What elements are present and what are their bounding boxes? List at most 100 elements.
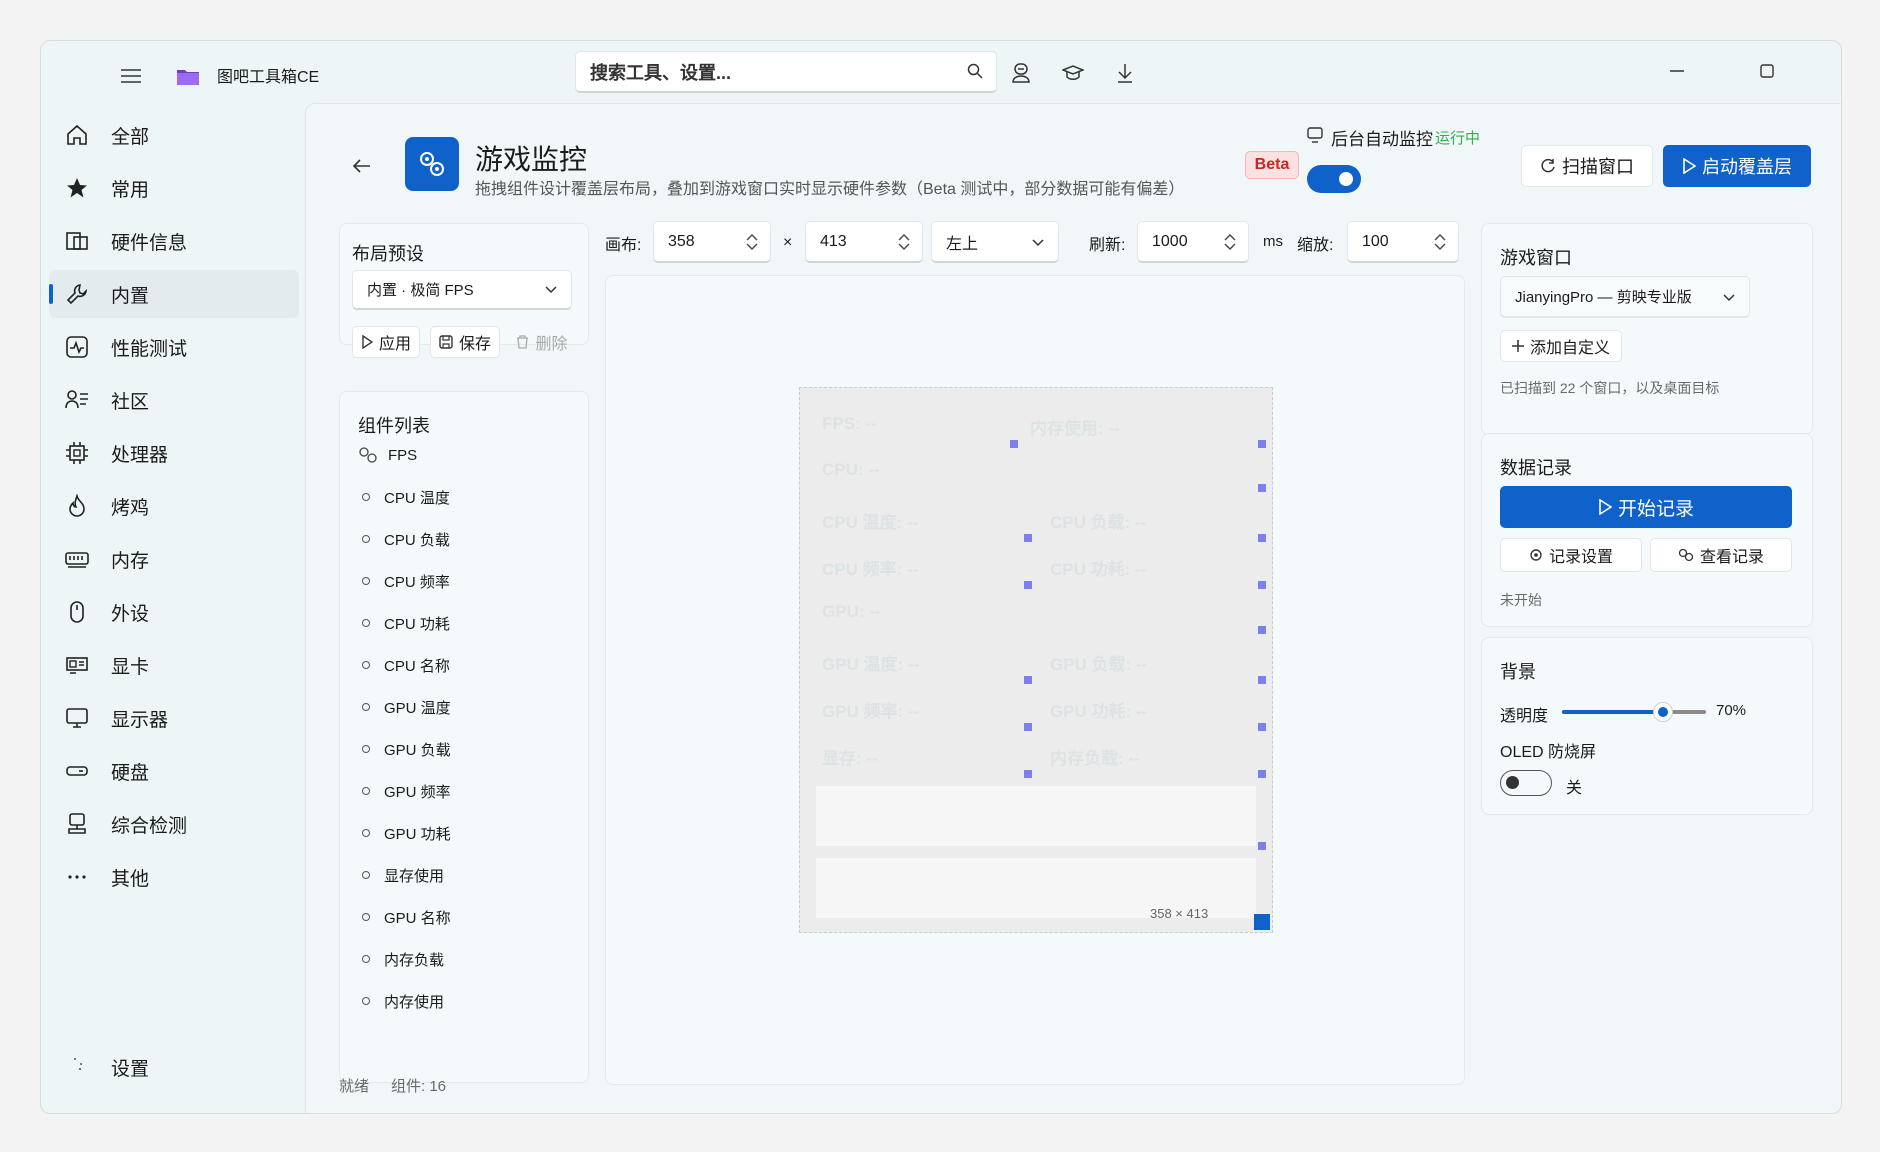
widget-cpu-name[interactable]: CPU: --: [822, 460, 880, 480]
zoom-value: 100: [1362, 232, 1389, 250]
selection-handle[interactable]: [1024, 770, 1032, 778]
component-item[interactable]: GPU 频率: [358, 771, 451, 811]
apply-button[interactable]: 应用: [352, 326, 420, 358]
component-item[interactable]: 内存负载: [358, 939, 444, 979]
widget-gpu-freq[interactable]: GPU 频率: --: [822, 697, 919, 722]
overlay-canvas[interactable]: FPS: -- 内存使用: -- CPU: -- CPU 温度: -- CPU …: [799, 387, 1273, 933]
nav-item-stress-test[interactable]: 烤鸡: [49, 482, 299, 530]
component-item[interactable]: CPU 温度: [358, 477, 450, 517]
nav-item-disk[interactable]: 硬盘: [49, 747, 299, 795]
auto-monitor-status: 运行中: [1435, 130, 1481, 147]
nav-item-diagnostics[interactable]: 综合检测: [49, 800, 299, 848]
minimize-icon[interactable]: [1659, 55, 1695, 87]
stepper-icon[interactable]: [1434, 234, 1446, 250]
widget-gpu-temp[interactable]: GPU 温度: --: [822, 650, 919, 675]
opacity-slider[interactable]: [1562, 702, 1706, 722]
graduation-cap-icon[interactable]: [1057, 57, 1089, 89]
refresh-input[interactable]: 1000: [1137, 221, 1249, 263]
search-input[interactable]: 搜索工具、设置...: [575, 51, 997, 93]
selection-handle[interactable]: [1010, 440, 1018, 448]
component-item[interactable]: 显存使用: [358, 855, 444, 895]
component-label: 内存负载: [384, 951, 445, 969]
stepper-icon[interactable]: [898, 234, 910, 250]
auto-monitor-toggle[interactable]: [1307, 165, 1361, 193]
resize-handle[interactable]: [1254, 914, 1270, 930]
anchor-select[interactable]: 左上: [931, 221, 1059, 263]
user-icon[interactable]: [1005, 57, 1037, 89]
oled-toggle[interactable]: [1500, 770, 1552, 796]
stepper-icon[interactable]: [1224, 234, 1236, 250]
record-settings-button[interactable]: 记录设置: [1500, 538, 1642, 572]
refresh-value: 1000: [1152, 232, 1188, 250]
widget-gpu-name[interactable]: GPU: --: [822, 602, 881, 622]
component-item-fps[interactable]: FPS: [358, 435, 417, 475]
widget-cpu-freq[interactable]: CPU 频率: --: [822, 555, 918, 580]
zoom-input[interactable]: 100: [1347, 221, 1459, 263]
selection-handle[interactable]: [1258, 770, 1266, 778]
opacity-slider-thumb[interactable]: [1652, 702, 1673, 722]
nav-item-other[interactable]: 其他: [49, 853, 299, 901]
component-item[interactable]: 内存使用: [358, 981, 444, 1021]
nav-item-favorites[interactable]: 常用: [49, 164, 299, 212]
selection-handle[interactable]: [1258, 842, 1266, 850]
component-item[interactable]: CPU 名称: [358, 645, 450, 685]
nav-item-processor[interactable]: 处理器: [49, 429, 299, 477]
selection-handle[interactable]: [1258, 440, 1266, 448]
add-custom-button[interactable]: 添加自定义: [1500, 330, 1622, 362]
component-item[interactable]: GPU 温度: [358, 687, 451, 727]
nav-item-hardware-info[interactable]: 硬件信息: [49, 217, 299, 265]
widget-cpu-temp[interactable]: CPU 温度: --: [822, 508, 918, 533]
widget-cpu-power[interactable]: CPU 功耗: --: [1050, 555, 1146, 580]
download-icon[interactable]: [1109, 57, 1141, 89]
component-item[interactable]: GPU 功耗: [358, 813, 451, 853]
nav-item-peripherals[interactable]: 外设: [49, 588, 299, 636]
component-item[interactable]: CPU 负载: [358, 519, 450, 559]
selection-handle[interactable]: [1024, 676, 1032, 684]
delete-button[interactable]: 删除: [510, 326, 574, 358]
widget-cpu-load[interactable]: CPU 负载: --: [1050, 508, 1146, 533]
stepper-icon[interactable]: [746, 234, 758, 250]
search-icon[interactable]: [966, 62, 984, 80]
maximize-icon[interactable]: [1749, 55, 1785, 87]
selection-handle[interactable]: [1024, 581, 1032, 589]
widget-gpu-power[interactable]: GPU 功耗: --: [1050, 697, 1147, 722]
nav-item-graphics[interactable]: 显卡: [49, 641, 299, 689]
component-item[interactable]: GPU 负载: [358, 729, 451, 769]
canvas-width-input[interactable]: 358: [653, 221, 771, 263]
nav-item-display[interactable]: 显示器: [49, 694, 299, 742]
widget-gpu-load[interactable]: GPU 负载: --: [1050, 650, 1147, 675]
nav-item-settings[interactable]: 设置: [49, 1043, 299, 1091]
add-custom-label: 添加自定义: [1529, 340, 1610, 357]
nav-item-builtin[interactable]: 内置: [49, 270, 299, 318]
nav-item-community[interactable]: 社区: [49, 376, 299, 424]
save-button[interactable]: 保存: [430, 326, 500, 358]
back-arrow-icon[interactable]: [347, 151, 377, 181]
start-overlay-button[interactable]: 启动覆盖层: [1663, 145, 1811, 187]
component-item[interactable]: CPU 功耗: [358, 603, 450, 643]
nav-item-memory[interactable]: 内存: [49, 535, 299, 583]
nav-item-all[interactable]: 全部: [49, 111, 299, 159]
selection-handle[interactable]: [1024, 723, 1032, 731]
selection-handle[interactable]: [1258, 581, 1266, 589]
selection-handle[interactable]: [1258, 676, 1266, 684]
selection-handle[interactable]: [1258, 534, 1266, 542]
preset-select[interactable]: 内置 · 极简 FPS: [352, 270, 572, 310]
bullet-icon: [362, 955, 370, 963]
component-item[interactable]: CPU 频率: [358, 561, 450, 601]
nav-item-benchmark[interactable]: 性能测试: [49, 323, 299, 371]
selection-handle[interactable]: [1258, 723, 1266, 731]
widget-graph-1[interactable]: [816, 786, 1256, 846]
widget-memory-load[interactable]: 内存负载: --: [1050, 744, 1140, 769]
widget-vram[interactable]: 显存: --: [822, 744, 878, 769]
view-records-button[interactable]: 查看记录: [1650, 538, 1792, 572]
selection-handle[interactable]: [1258, 484, 1266, 492]
canvas-height-input[interactable]: 413: [805, 221, 923, 263]
selection-handle[interactable]: [1258, 626, 1266, 634]
component-item[interactable]: GPU 名称: [358, 897, 451, 937]
game-window-select[interactable]: JianyingPro — 剪映专业版: [1500, 276, 1750, 318]
start-recording-button[interactable]: 开始记录: [1500, 486, 1792, 528]
widget-memory-usage[interactable]: 内存使用: --: [1030, 414, 1120, 439]
scan-window-button[interactable]: 扫描窗口: [1521, 145, 1653, 187]
widget-fps[interactable]: FPS: --: [822, 414, 877, 434]
selection-handle[interactable]: [1024, 534, 1032, 542]
